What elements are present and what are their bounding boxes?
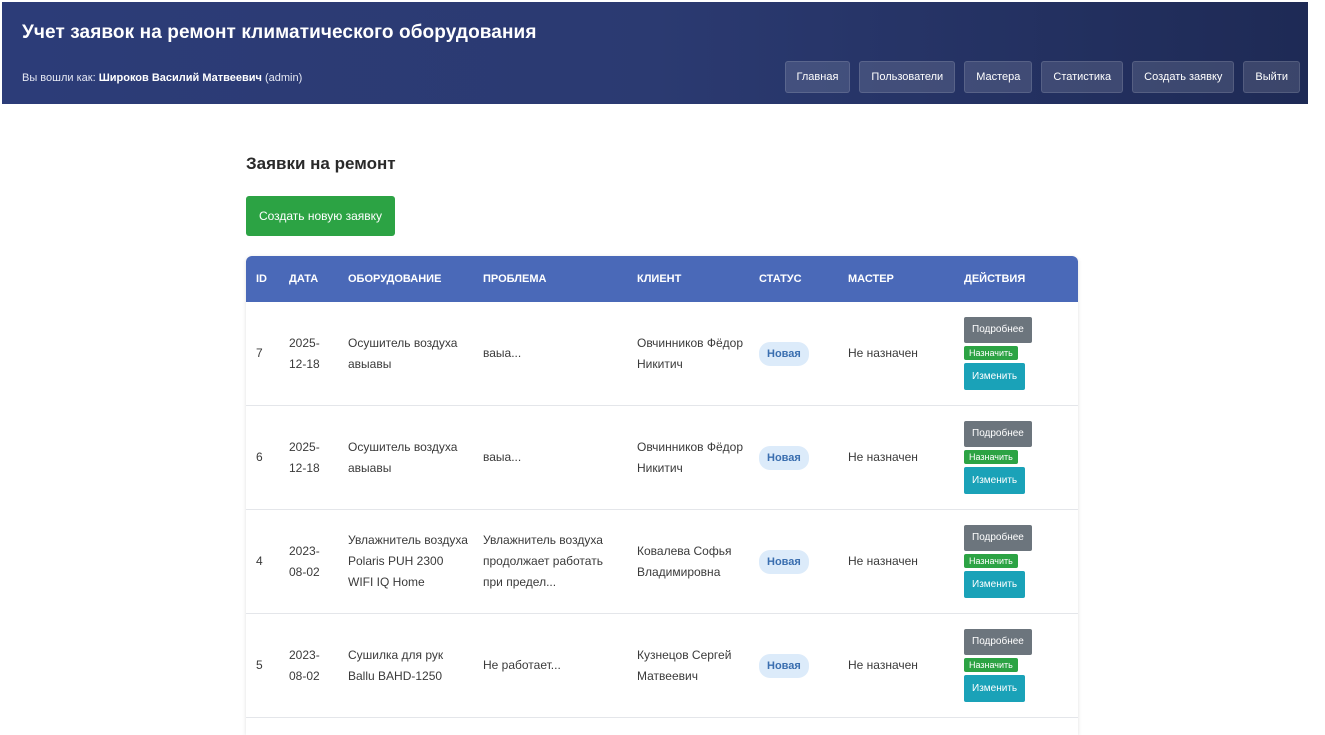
requests-table: ID Дата Оборудование Проблема Клиент Ста…: [246, 256, 1078, 735]
cell-problem: ваыа...: [473, 302, 627, 406]
cell-id: 4: [246, 509, 279, 614]
assign-button[interactable]: Назначить: [964, 658, 1018, 672]
edit-button[interactable]: Изменить: [964, 675, 1026, 702]
details-button[interactable]: Подробнее: [964, 421, 1032, 447]
nav-create-request-button[interactable]: Создать заявку: [1132, 61, 1235, 93]
cell-actions: Подробнее Назначить Изменить: [954, 613, 1078, 718]
cell-equipment: Осушитель воздуха авыавы: [338, 302, 473, 406]
cell-actions: Подробнее Назначить Изменить: [954, 302, 1078, 406]
cell-id: 5: [246, 613, 279, 718]
nav-statistics-button[interactable]: Статистика: [1041, 61, 1124, 93]
status-badge: Новая: [759, 549, 809, 574]
app-header: Учет заявок на ремонт климатического обо…: [2, 2, 1308, 104]
cell-id: 6: [246, 405, 279, 510]
page-title: Заявки на ремонт: [246, 154, 396, 173]
top-nav: Главная Пользователи Мастера Статистика …: [784, 61, 1300, 93]
cell-client: Кузнецов Сергей Матвеевич: [627, 613, 749, 718]
cell-actions: Подробнее Назначить Изменить: [954, 509, 1078, 614]
details-button[interactable]: Подробнее: [964, 629, 1032, 655]
cell-status: Новая: [749, 405, 838, 510]
app-title: Учет заявок на ремонт климатического обо…: [22, 22, 537, 43]
nav-users-button[interactable]: Пользователи: [859, 61, 956, 93]
user-role: (admin): [264, 72, 303, 84]
edit-button[interactable]: Изменить: [964, 467, 1026, 494]
status-badge: Новая: [759, 445, 809, 470]
status-badge: Новая: [759, 653, 809, 678]
current-user-info: Вы вошли как: Широков Василий Матвеевич …: [22, 72, 302, 84]
column-header-date: Дата: [289, 273, 319, 285]
cell-date: 2025-12-18: [279, 302, 338, 406]
row-actions: Подробнее Назначить Изменить: [964, 525, 1074, 598]
cell-equipment: Увлажнитель воздуха Polaris PUH 2300 WIF…: [338, 509, 473, 614]
table-row: 4 2023-08-02 Увлажнитель воздуха Polaris…: [246, 509, 1078, 614]
user-prefix: Вы вошли как:: [22, 72, 96, 84]
page-right-edge: [1308, 0, 1325, 735]
edit-button[interactable]: Изменить: [964, 571, 1026, 598]
nav-masters-button[interactable]: Мастера: [964, 61, 1033, 93]
edit-button[interactable]: Изменить: [964, 363, 1026, 390]
row-actions: Подробнее Назначить Изменить: [964, 317, 1074, 390]
column-header-master: Мастер: [848, 273, 894, 285]
column-header-actions: Действия: [964, 273, 1026, 285]
cell-client: Овчинников Фёдор Никитич: [627, 405, 749, 510]
assign-button[interactable]: Назначить: [964, 554, 1018, 568]
cell-status: Новая: [749, 509, 838, 614]
cell-problem: Не работает...: [473, 613, 627, 718]
cell-date: 2023-08-02: [279, 613, 338, 718]
details-button[interactable]: Подробнее: [964, 317, 1032, 343]
cell-status: Новая: [749, 613, 838, 718]
assign-button[interactable]: Назначить: [964, 450, 1018, 464]
cell-master: Не назначен: [838, 405, 954, 510]
assign-button[interactable]: Назначить: [964, 346, 1018, 360]
nav-home-button[interactable]: Главная: [784, 61, 851, 93]
cell-problem: Увлажнитель воздуха продолжает работать …: [473, 509, 627, 614]
user-name: Широков Василий Матвеевич: [98, 72, 262, 84]
table-row: 7 2025-12-18 Осушитель воздуха авыавы ва…: [246, 302, 1078, 406]
cell-problem: ваыа...: [473, 405, 627, 510]
column-header-client: Клиент: [637, 273, 682, 285]
create-new-request-button[interactable]: Создать новую заявку: [246, 196, 395, 236]
column-header-id: ID: [256, 273, 267, 285]
column-header-status: Статус: [759, 273, 802, 285]
status-badge: Новая: [759, 341, 809, 366]
cell-status: Новая: [749, 302, 838, 406]
cell-id: 7: [246, 302, 279, 406]
cell-date: 2023-08-02: [279, 509, 338, 614]
table-header-row: ID Дата Оборудование Проблема Клиент Ста…: [246, 256, 1078, 302]
cell-equipment: Осушитель воздуха авыавы: [338, 405, 473, 510]
row-actions: Подробнее Назначить Изменить: [964, 421, 1074, 494]
details-button[interactable]: Подробнее: [964, 525, 1032, 551]
cell-date: 2025-12-18: [279, 405, 338, 510]
nav-logout-button[interactable]: Выйти: [1243, 61, 1300, 93]
cell-master: Не назначен: [838, 509, 954, 614]
cell-master: Не назначен: [838, 302, 954, 406]
row-actions: Подробнее Назначить Изменить: [964, 629, 1074, 702]
column-header-problem: Проблема: [483, 273, 547, 285]
cell-client: Ковалева Софья Владимировна: [627, 509, 749, 614]
column-header-equipment: Оборудование: [348, 273, 442, 285]
table-row: 5 2023-08-02 Сушилка для рук Ballu BAHD-…: [246, 613, 1078, 718]
cell-equipment: Сушилка для рук Ballu BAHD-1250: [338, 613, 473, 718]
table-row: 6 2025-12-18 Осушитель воздуха авыавы ва…: [246, 405, 1078, 510]
cell-client: Овчинников Фёдор Никитич: [627, 302, 749, 406]
cell-actions: Подробнее Назначить Изменить: [954, 405, 1078, 510]
cell-master: Не назначен: [838, 613, 954, 718]
